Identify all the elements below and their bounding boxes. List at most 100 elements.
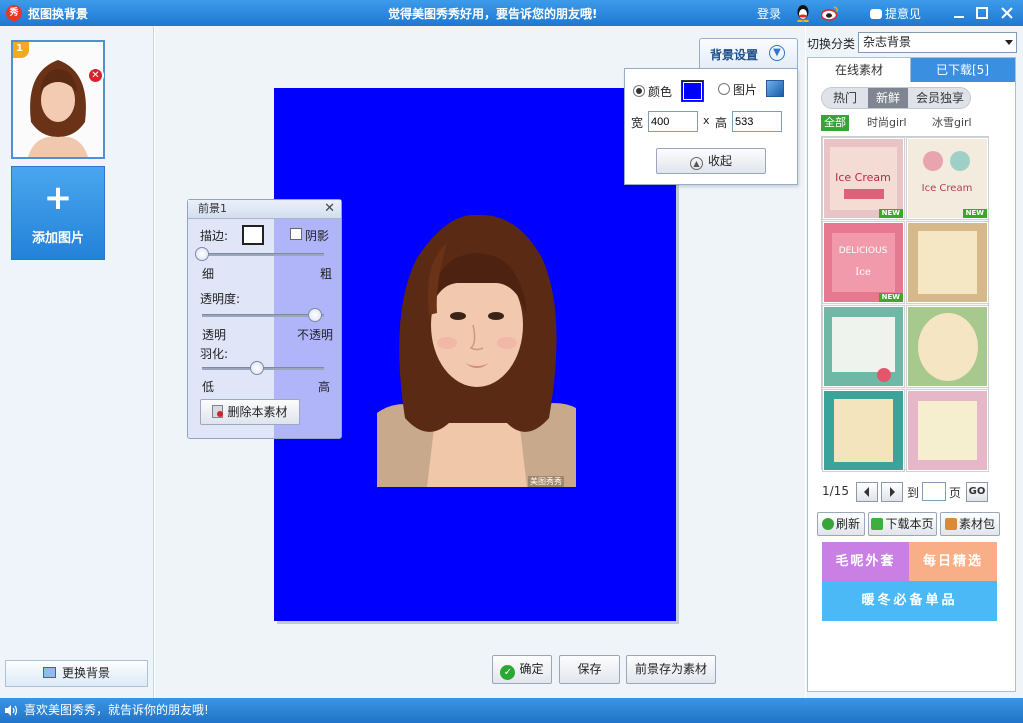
- image-thumbnail[interactable]: 1: [11, 40, 105, 159]
- background-color-swatch[interactable]: [681, 80, 704, 102]
- choose-image-icon[interactable]: [766, 80, 784, 97]
- refresh-button[interactable]: 刷新: [817, 512, 865, 536]
- feather-label: 羽化:: [200, 347, 229, 361]
- size-separator: x: [703, 114, 710, 127]
- goto-label: 到: [907, 486, 920, 500]
- subtab-fresh[interactable]: 新鲜: [868, 88, 908, 108]
- status-bar: 喜欢美图秀秀，就告诉你的朋友哦!: [0, 698, 1023, 723]
- banner-winter[interactable]: 暖冬必备单品: [822, 581, 997, 621]
- height-input[interactable]: [732, 111, 782, 132]
- confirm-button[interactable]: ✓ 确定: [492, 655, 552, 684]
- feedback-link[interactable]: 提意见: [870, 5, 921, 22]
- banner-coat[interactable]: 毛呢外套: [822, 542, 909, 581]
- stroke-slider-knob[interactable]: [195, 247, 209, 261]
- low-label: 低: [202, 380, 215, 394]
- svg-text:DELICIOUS: DELICIOUS: [839, 246, 888, 256]
- download-page-button[interactable]: 下载本页: [868, 512, 937, 536]
- image-list-panel: 1 ✕ + 添加图片: [0, 26, 154, 698]
- change-background-button[interactable]: 更换背景: [5, 660, 148, 687]
- width-label: 宽: [631, 116, 644, 130]
- download-page-label: 下载本页: [885, 517, 934, 531]
- image-radio[interactable]: [718, 83, 730, 95]
- save-foreground-label: 前景存为素材: [634, 662, 707, 676]
- thumbnail-photo: [13, 42, 103, 157]
- foreground-settings-panel: 前景1 ✕ 描边: 阴影 细 粗 透明度: 透明 不透明 羽化: 低 高 删除本素…: [187, 199, 342, 439]
- color-radio[interactable]: [633, 85, 645, 97]
- material-tile[interactable]: [906, 389, 989, 472]
- save-button[interactable]: 保存: [559, 655, 620, 684]
- qq-icon[interactable]: [795, 4, 811, 22]
- dropdown-arrow-icon: [1005, 40, 1013, 45]
- promo-banner[interactable]: 毛呢外套 每日精选 暖冬必备单品: [822, 542, 997, 621]
- go-button[interactable]: GO: [966, 482, 988, 502]
- change-background-label: 更换背景: [61, 666, 110, 680]
- stroke-slider-track[interactable]: [202, 253, 324, 256]
- page-input[interactable]: [922, 482, 946, 501]
- delete-material-button[interactable]: 删除本素材: [200, 399, 300, 425]
- stroke-color-swatch[interactable]: [242, 225, 264, 245]
- collapse-button[interactable]: ▲ 收起: [656, 148, 766, 174]
- background-settings-panel: 颜色 图片 宽 x 高 ▲ 收起: [624, 68, 798, 185]
- foreground-panel-header[interactable]: 前景1 ✕: [188, 200, 341, 219]
- prev-page-button[interactable]: [856, 482, 878, 502]
- new-badge: NEW: [878, 293, 903, 302]
- opacity-slider-knob[interactable]: [308, 308, 323, 322]
- background-settings-tab[interactable]: 背景设置 ▼: [699, 38, 798, 69]
- photo-watermark: 美图秀秀: [528, 476, 564, 487]
- save-foreground-button[interactable]: 前景存为素材: [626, 655, 716, 684]
- material-tile[interactable]: [906, 221, 989, 304]
- width-input[interactable]: [648, 111, 698, 132]
- feather-slider-knob[interactable]: [249, 361, 264, 375]
- material-tile[interactable]: Ice Cream NEW: [906, 137, 989, 220]
- foreground-photo[interactable]: [377, 203, 576, 487]
- subtab-vip[interactable]: 会员独享: [910, 88, 970, 108]
- material-tile[interactable]: [822, 389, 905, 472]
- tab-downloaded[interactable]: 已下载[5]: [911, 58, 1014, 82]
- add-image-label: 添加图片: [31, 231, 84, 246]
- weibo-icon[interactable]: [821, 5, 839, 21]
- minimize-icon: [954, 16, 964, 18]
- material-tile[interactable]: Ice Cream NEW: [822, 137, 905, 220]
- delete-material-label: 删除本素材: [227, 405, 288, 419]
- category-select[interactable]: 杂志背景: [858, 32, 1017, 53]
- filter-all[interactable]: 全部: [821, 115, 849, 131]
- chevron-down-icon[interactable]: ▼: [769, 45, 785, 61]
- filter-fashion[interactable]: 时尚girl: [864, 115, 910, 131]
- foreground-panel-close-icon[interactable]: ✕: [324, 200, 335, 218]
- confirm-label: 确定: [519, 662, 544, 676]
- opaque-label: 不透明: [297, 328, 334, 342]
- minimize-button[interactable]: [950, 4, 968, 22]
- refresh-label: 刷新: [835, 517, 860, 531]
- category-value: 杂志背景: [863, 35, 912, 49]
- banner-daily[interactable]: 每日精选: [909, 542, 997, 581]
- opacity-label: 透明度:: [200, 292, 241, 306]
- material-pack-label: 素材包: [958, 517, 995, 531]
- subtab-hot[interactable]: 热门: [822, 88, 868, 108]
- tab-online[interactable]: 在线素材: [808, 58, 911, 82]
- transparent-label: 透明: [202, 328, 227, 342]
- chat-bubble-icon: [870, 9, 882, 19]
- material-library: 在线素材 已下载[5] 热门 新鲜 会员独享 全部 时尚girl 冰雪girl …: [807, 57, 1016, 692]
- svg-text:Ice Cream: Ice Cream: [835, 171, 891, 184]
- login-link[interactable]: 登录: [757, 5, 781, 22]
- next-page-button[interactable]: [881, 482, 903, 502]
- page-unit-label: 页: [949, 486, 962, 500]
- material-pack-button[interactable]: 素材包: [940, 512, 1000, 536]
- thick-label: 粗: [320, 267, 333, 281]
- material-tile[interactable]: [906, 305, 989, 388]
- material-tile[interactable]: DELICIOUS Ice NEW: [822, 221, 905, 304]
- package-icon: [944, 518, 957, 530]
- close-button[interactable]: [998, 4, 1016, 22]
- add-image-button[interactable]: + 添加图片: [11, 166, 105, 260]
- trash-icon: [212, 405, 224, 418]
- tile-image: [824, 391, 903, 470]
- material-tile[interactable]: [822, 305, 905, 388]
- remove-image-button[interactable]: ✕: [87, 67, 104, 84]
- shadow-checkbox[interactable]: [290, 228, 302, 240]
- material-grid: Ice Cream NEW Ice Cream NEW DELICIOUS Ice NE…: [821, 136, 989, 472]
- filter-snow[interactable]: 冰雪girl: [929, 115, 975, 131]
- title-slogan: 觉得美图秀秀好用，要告诉您的朋友哦!: [388, 7, 598, 21]
- maximize-button[interactable]: [973, 4, 991, 22]
- check-icon: ✓: [500, 665, 516, 680]
- opacity-slider-track[interactable]: [202, 314, 324, 317]
